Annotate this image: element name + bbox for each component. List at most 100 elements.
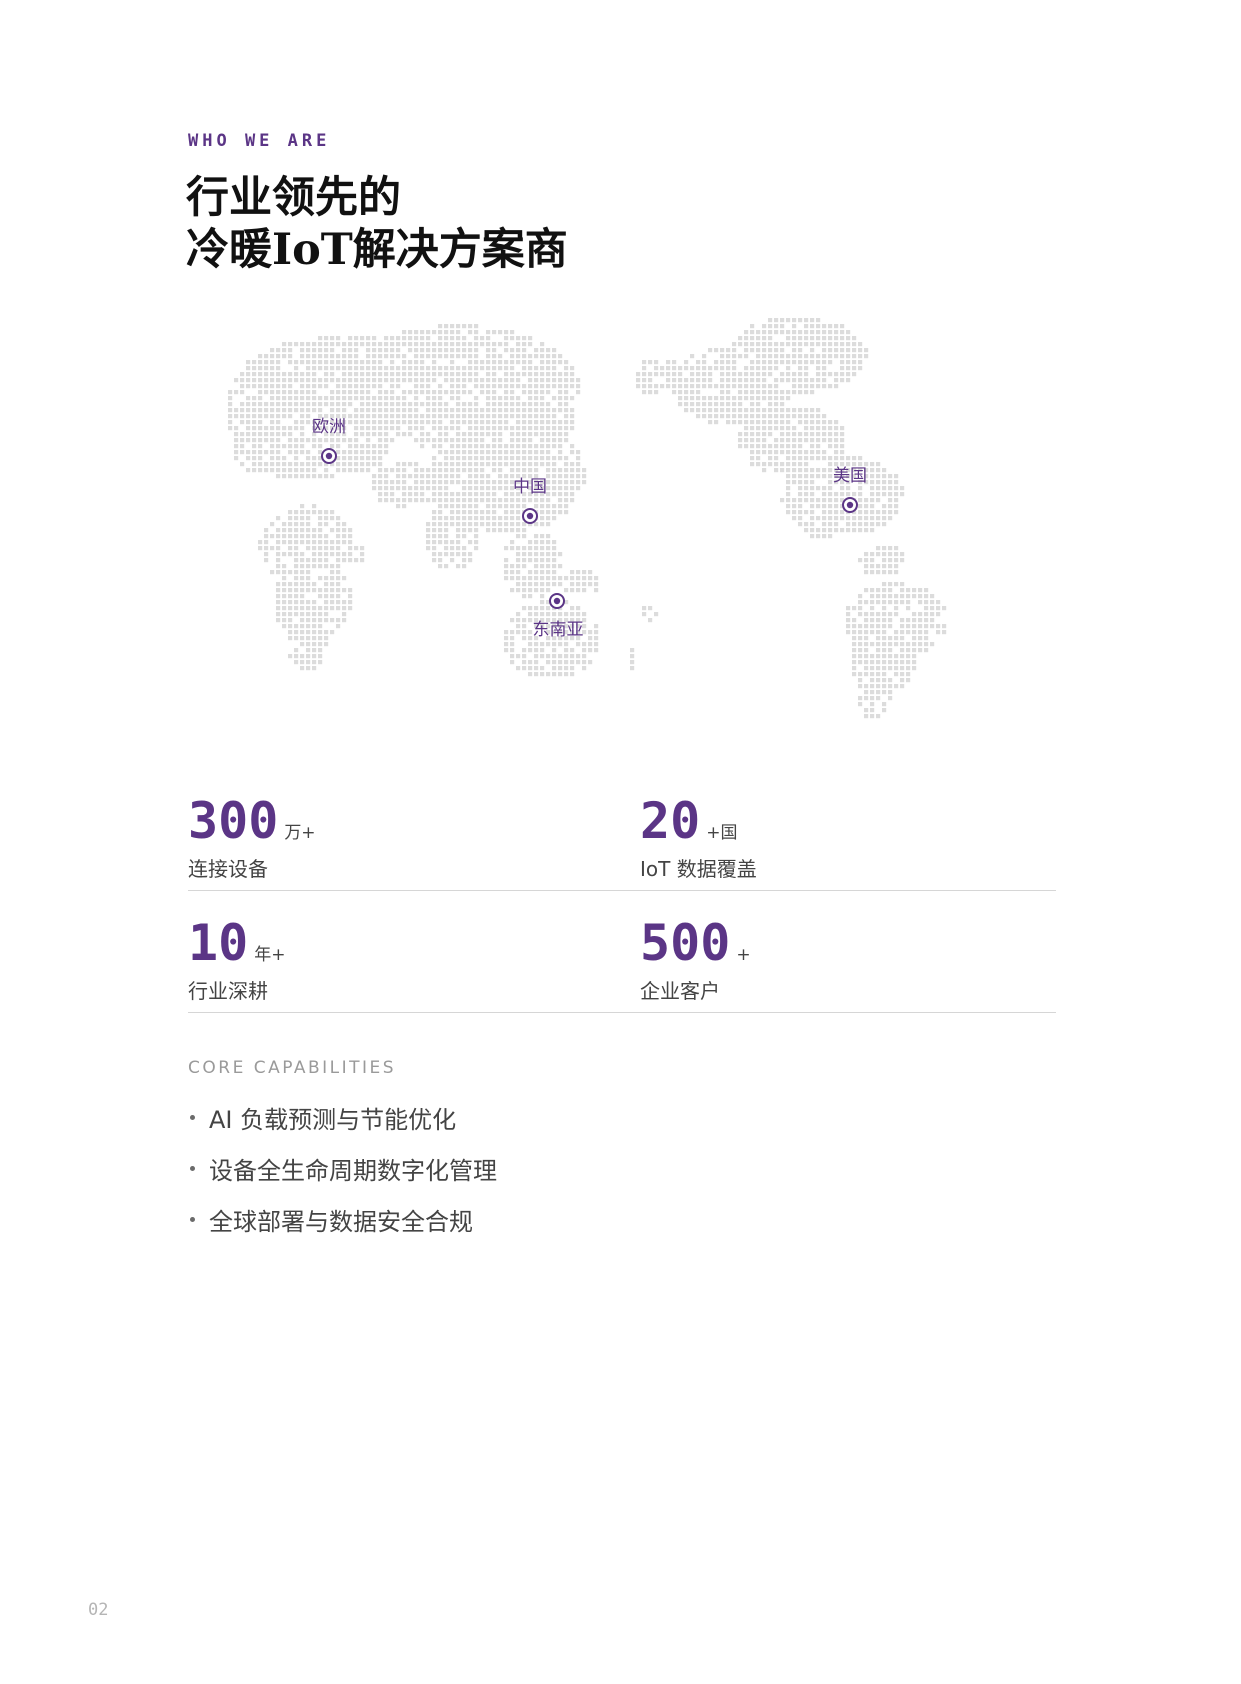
map-dot <box>270 390 275 395</box>
map-dot <box>354 420 359 425</box>
map-dot <box>552 558 557 563</box>
map-dot <box>288 630 293 635</box>
map-dot <box>408 336 413 341</box>
map-dot <box>714 366 719 371</box>
map-dot <box>546 570 551 575</box>
map-dot <box>312 510 317 515</box>
map-dot <box>516 444 521 449</box>
map-dot <box>786 492 791 497</box>
map-dot <box>462 504 467 509</box>
map-dot <box>474 504 479 509</box>
map-dot <box>492 480 497 485</box>
map-dot <box>378 486 383 491</box>
map-dot <box>744 342 749 347</box>
map-dot <box>300 516 305 521</box>
map-dot <box>750 390 755 395</box>
map-dot <box>318 588 323 593</box>
map-dot <box>534 582 539 587</box>
map-dot <box>312 438 317 443</box>
map-dot <box>330 582 335 587</box>
map-dot <box>492 456 497 461</box>
map-dot <box>384 414 389 419</box>
map-dot <box>528 450 533 455</box>
map-dot <box>444 414 449 419</box>
list-item: AI 负载预测与节能优化 <box>188 1092 497 1143</box>
map-dot <box>540 582 545 587</box>
map-dot <box>450 330 455 335</box>
map-dot <box>288 372 293 377</box>
map-dot <box>348 594 353 599</box>
map-dot <box>276 390 281 395</box>
map-dot <box>804 432 809 437</box>
map-dot <box>330 588 335 593</box>
map-dot <box>576 456 581 461</box>
map-dot <box>750 336 755 341</box>
map-dot <box>546 582 551 587</box>
map-dot <box>798 414 803 419</box>
map-dot <box>390 498 395 503</box>
map-dot <box>732 354 737 359</box>
map-dot <box>240 444 245 449</box>
map-dot <box>252 414 257 419</box>
map-dot <box>534 462 539 467</box>
map-dot <box>516 618 521 623</box>
map-dot <box>486 384 491 389</box>
map-dot <box>366 360 371 365</box>
map-dot <box>264 552 269 557</box>
map-dot <box>870 558 875 563</box>
map-dot <box>492 414 497 419</box>
map-dot <box>300 642 305 647</box>
map-dot <box>480 462 485 467</box>
stat-label: IoT 数据覆盖 <box>640 857 757 881</box>
map-dot <box>306 342 311 347</box>
map-dot <box>408 426 413 431</box>
map-dot <box>276 618 281 623</box>
marker-europe-dot <box>325 452 333 460</box>
map-dot <box>330 390 335 395</box>
map-dot <box>282 378 287 383</box>
map-dot <box>288 360 293 365</box>
map-dot <box>402 360 407 365</box>
map-dot <box>774 408 779 413</box>
map-dot <box>864 714 869 719</box>
map-dot <box>516 396 521 401</box>
map-dot <box>858 630 863 635</box>
map-dot <box>558 660 563 665</box>
map-dot <box>342 576 347 581</box>
map-dot <box>834 516 839 521</box>
map-dot <box>300 570 305 575</box>
map-dot <box>384 342 389 347</box>
map-dot <box>234 456 239 461</box>
map-dot <box>570 462 575 467</box>
map-dot <box>396 486 401 491</box>
map-dot <box>312 588 317 593</box>
map-dot <box>330 564 335 569</box>
map-dot <box>438 564 443 569</box>
map-dot <box>414 366 419 371</box>
map-dot <box>822 486 827 491</box>
map-dot <box>870 618 875 623</box>
map-dot <box>492 342 497 347</box>
map-dot <box>540 498 545 503</box>
map-dot <box>552 456 557 461</box>
map-dot <box>762 360 767 365</box>
map-dot <box>858 684 863 689</box>
map-dot <box>450 522 455 527</box>
map-dot <box>264 378 269 383</box>
map-dot <box>444 534 449 539</box>
map-dot <box>342 408 347 413</box>
map-dot <box>858 660 863 665</box>
map-dot <box>408 342 413 347</box>
map-dot <box>378 360 383 365</box>
bullet-icon <box>190 1166 195 1171</box>
map-dot <box>390 402 395 407</box>
map-dot <box>480 336 485 341</box>
map-dot <box>780 498 785 503</box>
map-dot <box>882 600 887 605</box>
map-dot <box>282 354 287 359</box>
map-dot <box>582 654 587 659</box>
capabilities-title: CORE CAPABILITIES <box>188 1058 397 1078</box>
map-dot <box>468 480 473 485</box>
map-dot <box>516 516 521 521</box>
map-dot <box>774 354 779 359</box>
